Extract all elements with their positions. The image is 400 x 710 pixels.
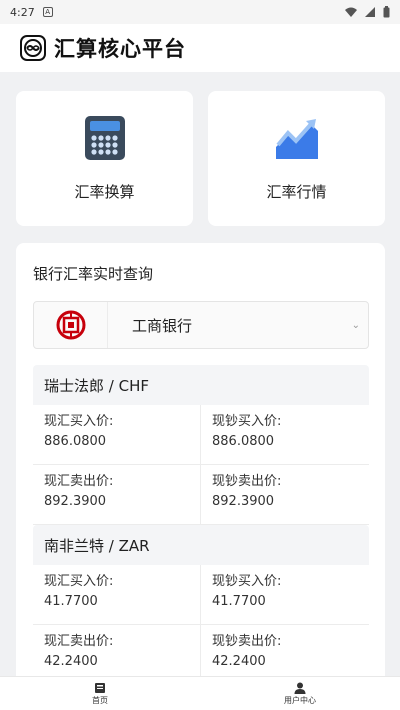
bank-rate-card: 银行汇率实时查询 工商银行 ⌄ 瑞士法郎 / CHF 现汇买入价: 886.08… xyxy=(16,243,385,683)
rate-label: 现汇买入价: xyxy=(44,414,114,429)
trend-chart-icon xyxy=(275,119,318,159)
wifi-icon xyxy=(345,7,357,17)
rate-row: 现汇买入价: 886.0800 现钞买入价: 886.0800 xyxy=(33,405,369,465)
battery-icon xyxy=(383,6,390,18)
rate-value: 892.3900 xyxy=(44,494,107,509)
icbc-logo-icon xyxy=(56,310,85,340)
chevron-down-icon: ⌄ xyxy=(351,319,360,331)
rate-label: 现钞卖出价: xyxy=(212,634,282,649)
status-bar: 4:27 A xyxy=(0,0,400,24)
rate-value: 41.7700 xyxy=(212,594,266,609)
rate-value: 886.0800 xyxy=(212,434,275,449)
rate-cell: 现钞卖出价: 892.3900 xyxy=(201,465,369,524)
rate-cell: 现汇买入价: 886.0800 xyxy=(33,405,201,464)
calculator-icon xyxy=(84,116,125,160)
rate-value: 41.7700 xyxy=(44,594,98,609)
app-logo-icon xyxy=(20,35,46,61)
rate-value: 42.2400 xyxy=(212,654,266,669)
rate-value: 42.2400 xyxy=(44,654,98,669)
rate-label: 现钞买入价: xyxy=(212,414,282,429)
rate-row: 现汇卖出价: 892.3900 现钞卖出价: 892.3900 xyxy=(33,465,369,525)
rate-label: 现汇卖出价: xyxy=(44,634,114,649)
nav-item-user-center[interactable]: 用户中心 xyxy=(200,677,400,710)
rate-cell: 现钞买入价: 886.0800 xyxy=(201,405,369,464)
rate-row: 现汇卖出价: 42.2400 现钞卖出价: 42.2400 xyxy=(33,625,369,683)
bank-select[interactable]: 工商银行 ⌄ xyxy=(33,301,369,349)
rate-label: 现汇买入价: xyxy=(44,574,114,589)
rate-cell: 现汇卖出价: 42.2400 xyxy=(33,625,201,683)
rate-value: 892.3900 xyxy=(212,494,275,509)
notification-icon: A xyxy=(42,7,53,17)
exchange-calculator-card[interactable]: 汇率换算 xyxy=(16,91,193,226)
status-time: 4:27 xyxy=(10,5,35,19)
rate-value: 886.0800 xyxy=(44,434,107,449)
exchange-market-label: 汇率行情 xyxy=(266,183,327,201)
app-header: 汇算核心平台 xyxy=(0,24,400,72)
home-icon xyxy=(95,682,105,693)
bank-logo-box xyxy=(34,302,108,348)
rate-label: 现汇卖出价: xyxy=(44,474,114,489)
section-title: 银行汇率实时查询 xyxy=(33,265,154,283)
bottom-nav: 首页 用户中心 xyxy=(0,676,400,710)
rate-label: 现钞卖出价: xyxy=(212,474,282,489)
currency-name: 南非兰特 / ZAR xyxy=(33,525,369,565)
currency-block: 南非兰特 / ZAR 现汇买入价: 41.7700 现钞买入价: 41.7700… xyxy=(33,525,369,683)
rate-cell: 现钞卖出价: 42.2400 xyxy=(201,625,369,683)
currency-name: 瑞士法郎 / CHF xyxy=(33,365,369,405)
rate-cell: 现汇买入价: 41.7700 xyxy=(33,565,201,624)
exchange-market-card[interactable]: 汇率行情 xyxy=(208,91,385,226)
rate-row: 现汇买入价: 41.7700 现钞买入价: 41.7700 xyxy=(33,565,369,625)
nav-label-user-center: 用户中心 xyxy=(284,695,316,705)
bank-select-value: 工商银行 xyxy=(132,316,193,335)
signal-icon xyxy=(365,7,375,17)
nav-item-home[interactable]: 首页 xyxy=(0,677,200,710)
exchange-calculator-label: 汇率换算 xyxy=(74,183,135,201)
user-icon xyxy=(294,682,306,694)
nav-label-home: 首页 xyxy=(92,695,108,705)
rate-cell: 现钞买入价: 41.7700 xyxy=(201,565,369,624)
rate-label: 现钞买入价: xyxy=(212,574,282,589)
currency-block: 瑞士法郎 / CHF 现汇买入价: 886.0800 现钞买入价: 886.08… xyxy=(33,365,369,525)
app-title: 汇算核心平台 xyxy=(54,37,186,61)
rate-cell: 现汇卖出价: 892.3900 xyxy=(33,465,201,524)
